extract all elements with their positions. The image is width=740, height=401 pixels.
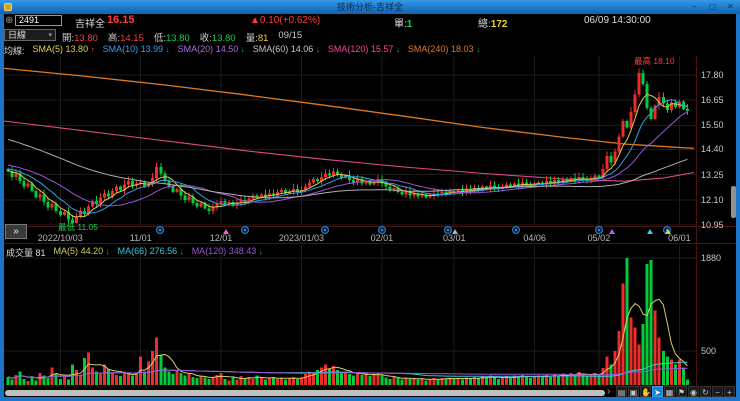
- down-arrow-icon: ↓: [105, 247, 110, 256]
- event-triangle-icon[interactable]: [647, 229, 653, 234]
- revenue-event-icon[interactable]: [321, 226, 329, 234]
- zoom-out-icon[interactable]: −: [712, 386, 723, 397]
- last-price: 16.15: [107, 14, 135, 26]
- axis-separator-bottom: [4, 243, 736, 244]
- high-value: 14.15: [120, 33, 144, 44]
- highest-price-label: 最高 18.10: [634, 56, 675, 66]
- minimize-button[interactable]: −: [687, 1, 702, 13]
- revenue-event-icon[interactable]: [595, 226, 603, 234]
- lowest-price-label: 最低 11.05: [58, 222, 99, 232]
- up-arrow-icon: ↑: [90, 45, 95, 54]
- readout-date: 09/15: [278, 30, 303, 41]
- plot-right-border: [696, 56, 697, 388]
- down-arrow-icon: ↓: [258, 247, 263, 256]
- price-axis-label: 10.95: [701, 220, 724, 230]
- stock-lookup-icon[interactable]: ⊕: [5, 15, 13, 26]
- ohlc-readout: 開:13.80 高:14.15 低:13.80 收:13.80 量:81 09/…: [62, 30, 303, 44]
- date-axis-label: 05/02: [587, 233, 611, 243]
- stock-name: 吉祥全: [75, 19, 105, 30]
- event-triangle-icon[interactable]: [609, 229, 615, 234]
- down-arrow-icon: ↓: [315, 45, 320, 54]
- low-value: 13.80: [165, 33, 190, 44]
- quote-time: 06/09 14:30:00: [584, 15, 651, 26]
- volume-chart[interactable]: [4, 245, 696, 388]
- price-axis-label: 14.40: [701, 144, 724, 155]
- candlestick-chart[interactable]: [4, 56, 696, 226]
- chevron-down-icon: ▾: [48, 32, 52, 39]
- date-axis-label: 04/06: [523, 233, 546, 243]
- volume-value: 81: [257, 33, 269, 44]
- down-arrow-icon: ↓: [475, 45, 480, 54]
- revenue-event-icon[interactable]: [444, 226, 452, 234]
- event-triangle-icon[interactable]: [665, 229, 671, 234]
- volume-axis-label: 1880: [701, 252, 722, 263]
- date-axis-label: 2023/01/03: [278, 233, 324, 243]
- technical-analysis-window: 技術分析-吉祥全 − ▢ ✕ ⊕ 2491 吉祥全 16.15 ▲0.10(+0…: [0, 0, 740, 401]
- volume-legend: 成交量 81 MA(5) 44.20 ↓ MA(66) 276.56 ↓ MA(…: [6, 246, 263, 258]
- document-icon[interactable]: ▤: [616, 386, 627, 397]
- date-axis-label: 02/01: [370, 233, 394, 243]
- revenue-event-icon[interactable]: [378, 226, 386, 234]
- event-triangle-icon[interactable]: [452, 229, 458, 234]
- total-volume-value: 172: [490, 19, 508, 30]
- event-triangle-icon[interactable]: [223, 229, 229, 234]
- date-axis-label: 06/01: [668, 233, 691, 243]
- price-axis-label: 17.80: [701, 70, 724, 80]
- revenue-event-icon[interactable]: [156, 226, 164, 234]
- open-value: 13.80: [74, 33, 98, 44]
- price-change: ▲0.10(+0.62%): [250, 15, 321, 26]
- date-axis-label: 2022/10/03: [37, 233, 83, 243]
- pan-hand-icon[interactable]: ✋: [640, 386, 651, 397]
- date-axis-label: 03/01: [442, 233, 466, 243]
- printer-icon[interactable]: ▣: [628, 386, 639, 397]
- single-volume-value: 1: [406, 19, 413, 30]
- chart-toolbar: ▤ ▣ ✋ ➤ ▦ ⚑ ◉ ↻ − +: [616, 386, 735, 397]
- price-axis-label: 16.65: [701, 95, 724, 106]
- expand-button[interactable]: »: [5, 224, 27, 239]
- down-arrow-icon: ↓: [165, 45, 170, 54]
- close-value: 13.80: [211, 33, 236, 44]
- zoom-in-icon[interactable]: +: [724, 386, 735, 397]
- grid-chart-icon[interactable]: ▦: [664, 386, 675, 397]
- total-volume: 總:172: [478, 19, 508, 30]
- eye-icon[interactable]: ◉: [688, 386, 699, 397]
- flag-chart-icon[interactable]: ⚑: [676, 386, 687, 397]
- single-volume: 單:1: [394, 19, 413, 30]
- cursor-icon[interactable]: ➤: [652, 386, 663, 397]
- scroll-right-arrow[interactable]: ›: [607, 386, 610, 397]
- price-axis-label: 12.10: [701, 194, 724, 205]
- revenue-event-icon[interactable]: [512, 226, 520, 234]
- down-arrow-icon: ↓: [395, 45, 400, 54]
- period-select[interactable]: 日線 ▾: [4, 29, 56, 41]
- window-title: 技術分析-吉祥全: [337, 2, 403, 12]
- revenue-event-icon[interactable]: [241, 226, 249, 234]
- stock-code-input[interactable]: 2491: [15, 15, 62, 26]
- axis-separator-top: [4, 226, 736, 227]
- down-arrow-icon: ↓: [240, 45, 245, 54]
- refresh-icon[interactable]: ↻: [700, 386, 711, 397]
- date-axis-label: 11/01: [129, 233, 152, 243]
- titlebar[interactable]: 技術分析-吉祥全 − ▢ ✕: [0, 0, 740, 14]
- price-axis-label: 15.50: [701, 120, 724, 131]
- app-icon: [4, 3, 12, 11]
- date-axis-label: 12/01: [209, 233, 233, 243]
- close-button[interactable]: ✕: [723, 1, 738, 13]
- maximize-button[interactable]: ▢: [705, 1, 720, 13]
- window-border-right: [736, 14, 740, 401]
- horizontal-scrollbar-thumb[interactable]: [5, 390, 605, 396]
- down-arrow-icon: ↓: [179, 247, 184, 256]
- price-axis-label: 13.25: [701, 169, 724, 180]
- vertical-scrollbar-thumb[interactable]: [731, 186, 736, 218]
- volume-axis-label: 500: [701, 346, 717, 357]
